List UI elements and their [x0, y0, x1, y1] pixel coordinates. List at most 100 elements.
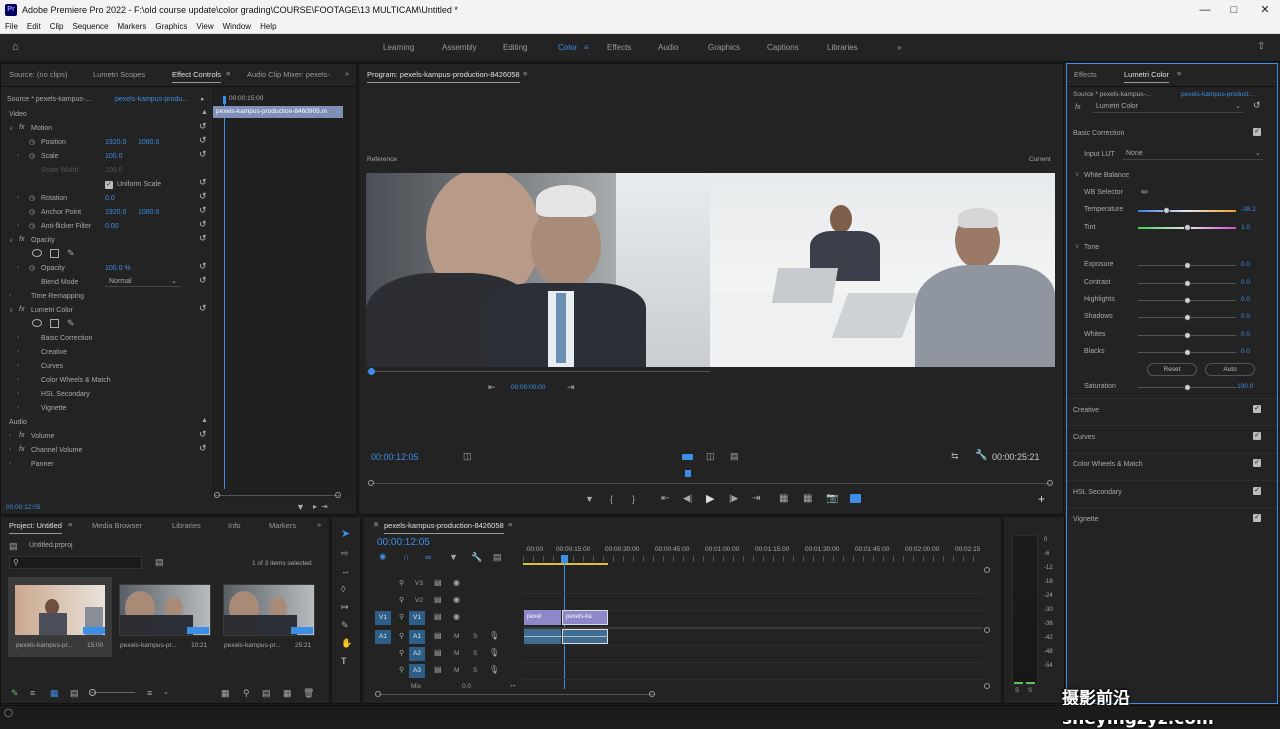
exposure-knob[interactable]	[1184, 262, 1191, 269]
sub-hsl-secondary[interactable]: HSL Secondary	[41, 391, 90, 398]
go-to-in-icon[interactable]: ⇤	[661, 493, 669, 504]
clip-link[interactable]: pexels-kampus-produ...	[115, 96, 188, 103]
ellipse-mask-icon[interactable]	[32, 319, 42, 327]
tint-knob[interactable]	[1184, 224, 1191, 231]
maximize-icon[interactable]: □	[1219, 0, 1249, 20]
rect-mask-icon[interactable]	[50, 249, 59, 258]
position-x[interactable]: 1920.0	[105, 139, 126, 146]
more-tabs-icon[interactable]: »	[345, 69, 349, 78]
menu-file[interactable]: File	[5, 22, 18, 31]
timeline-timecode[interactable]: 00:00:12:05	[377, 537, 430, 548]
find-icon[interactable]: ⚲	[243, 688, 250, 699]
razor-tool-icon[interactable]: ◊	[341, 585, 345, 594]
panel-menu-icon[interactable]: ≡	[508, 520, 512, 529]
comparison-toggle-icon[interactable]	[850, 494, 861, 503]
project-search-input[interactable]: ⚲	[9, 556, 142, 569]
status-icon[interactable]: ◯	[4, 708, 13, 717]
track-a3-label[interactable]: A3	[409, 664, 425, 678]
program-playhead[interactable]	[685, 470, 691, 477]
ripple-edit-tool-icon[interactable]: ↔	[341, 567, 350, 576]
ws-effects[interactable]: Effects	[607, 43, 631, 52]
mix-value[interactable]: 0.0	[462, 683, 471, 690]
solo-a1-button[interactable]: S	[473, 633, 477, 640]
swap-sides-icon[interactable]: ⇆	[951, 451, 959, 462]
clip-bar[interactable]: pexels-kampus-production-8460905.m	[213, 106, 343, 118]
basic-correction-header[interactable]: Basic Correction	[1073, 130, 1124, 137]
settings-wrench-icon[interactable]: 🔧	[471, 553, 482, 562]
sync-lock-icon[interactable]: ▤	[434, 632, 442, 640]
lock-icon[interactable]: ⚲	[399, 580, 404, 587]
temperature-value[interactable]: -38.2	[1241, 206, 1256, 213]
ruler-ticks[interactable]	[523, 556, 983, 562]
ws-libraries[interactable]: Libraries	[827, 43, 858, 52]
play-audio-icon[interactable]: ▸	[313, 502, 317, 511]
curves-checkbox[interactable]: ✓	[1253, 432, 1261, 440]
mute-a2-button[interactable]: M	[454, 650, 459, 657]
sync-lock-icon[interactable]: ▤	[434, 596, 442, 604]
track-a1-label[interactable]: A1	[409, 630, 425, 644]
filter-icon[interactable]: ▼	[296, 502, 305, 512]
scale-value[interactable]: 100.0	[105, 153, 123, 160]
mark-in-icon[interactable]: {	[610, 494, 613, 504]
camera-icon[interactable]: 📷	[826, 493, 838, 504]
mix-toggle-icon[interactable]: ↔	[509, 681, 517, 689]
ws-captions[interactable]: Captions	[767, 43, 799, 52]
tab-effects[interactable]: Effects	[1074, 70, 1097, 79]
pen-tool-icon[interactable]: ✎	[341, 621, 349, 630]
tab-source[interactable]: Source: (no clips)	[9, 70, 67, 79]
sync-lock-icon[interactable]: ▤	[434, 666, 442, 674]
lock-icon[interactable]: ⚲	[399, 650, 404, 657]
blacks-knob[interactable]	[1184, 349, 1191, 356]
track-select-tool-icon[interactable]: ⇨	[341, 549, 349, 558]
color-wheels-checkbox[interactable]: ✓	[1253, 459, 1261, 467]
menu-edit[interactable]: Edit	[27, 22, 41, 31]
sync-lock-icon[interactable]: ▤	[434, 613, 442, 621]
basic-correction-checkbox[interactable]: ✓	[1253, 128, 1261, 136]
vignette-checkbox[interactable]: ✓	[1253, 514, 1261, 522]
step-back-icon[interactable]: ◀|	[683, 493, 692, 504]
tab-lumetri-scopes[interactable]: Lumetri Scopes	[93, 70, 145, 79]
close-sequence-icon[interactable]: ✕	[373, 520, 379, 529]
zoom-handle-right[interactable]	[335, 492, 341, 498]
project-item-name[interactable]: pexels-kampus-pr...	[16, 642, 73, 649]
tab-effect-controls[interactable]: Effect Controls	[172, 70, 222, 83]
prev-frame-icon[interactable]: ⇤	[488, 382, 496, 393]
vertical-zoom-handle[interactable]	[984, 567, 990, 573]
menu-clip[interactable]: Clip	[50, 22, 64, 31]
side-by-side-icon[interactable]	[682, 454, 693, 460]
uniform-scale-checkbox[interactable]: ✓	[105, 181, 113, 189]
add-marker-icon[interactable]: ▼	[449, 553, 458, 562]
overwrite-icon[interactable]: ▦	[803, 493, 812, 504]
eyedropper-icon[interactable]: ✏	[1141, 187, 1149, 198]
tab-audio-clip-mixer[interactable]: Audio Clip Mixer: pexels-	[247, 70, 330, 79]
section-hsl-secondary[interactable]: HSL Secondary	[1073, 489, 1122, 496]
eye-icon[interactable]: ◉	[453, 579, 460, 587]
sync-lock-icon[interactable]: ▤	[434, 579, 442, 587]
project-item-name[interactable]: pexels-kampus-pr...	[224, 642, 281, 649]
timeline-zoom-handle[interactable]	[649, 691, 655, 697]
next-frame-icon[interactable]: ⇥	[567, 382, 575, 393]
track-v1-label[interactable]: V1	[409, 611, 425, 625]
reset-opacity-group-icon[interactable]: ↺	[199, 233, 207, 244]
reset-channel-volume-icon[interactable]: ↺	[199, 443, 207, 454]
section-vignette[interactable]: Vignette	[1073, 516, 1099, 523]
contrast-knob[interactable]	[1184, 280, 1191, 287]
home-icon[interactable]: ⌂	[12, 42, 19, 53]
vertical-zoom-handle[interactable]	[984, 627, 990, 633]
saturation-value[interactable]: 100.0	[1237, 383, 1253, 390]
panel-menu-icon[interactable]: ≡	[523, 69, 527, 78]
tint-value[interactable]: 1.0	[1241, 224, 1250, 231]
thumbnail-size-handle[interactable]	[89, 689, 96, 696]
white-balance-header[interactable]: White Balance	[1084, 172, 1129, 179]
sub-vignette[interactable]: Vignette	[41, 405, 67, 412]
reference-scrub[interactable]	[367, 371, 710, 372]
vertical-zoom-handle[interactable]	[984, 683, 990, 689]
icon-view-icon[interactable]: ▦	[50, 688, 59, 699]
sub-basic-correction[interactable]: Basic Correction	[41, 335, 92, 342]
nest-icon[interactable]: ✺	[379, 553, 387, 562]
tab-libraries[interactable]: Libraries	[172, 521, 201, 530]
zoom-scrollbar[interactable]	[214, 495, 339, 496]
timeline-playhead[interactable]	[561, 555, 568, 563]
reset-lumetri-icon[interactable]: ↺	[1253, 100, 1261, 111]
reset-opacity-icon[interactable]: ↺	[199, 261, 207, 272]
